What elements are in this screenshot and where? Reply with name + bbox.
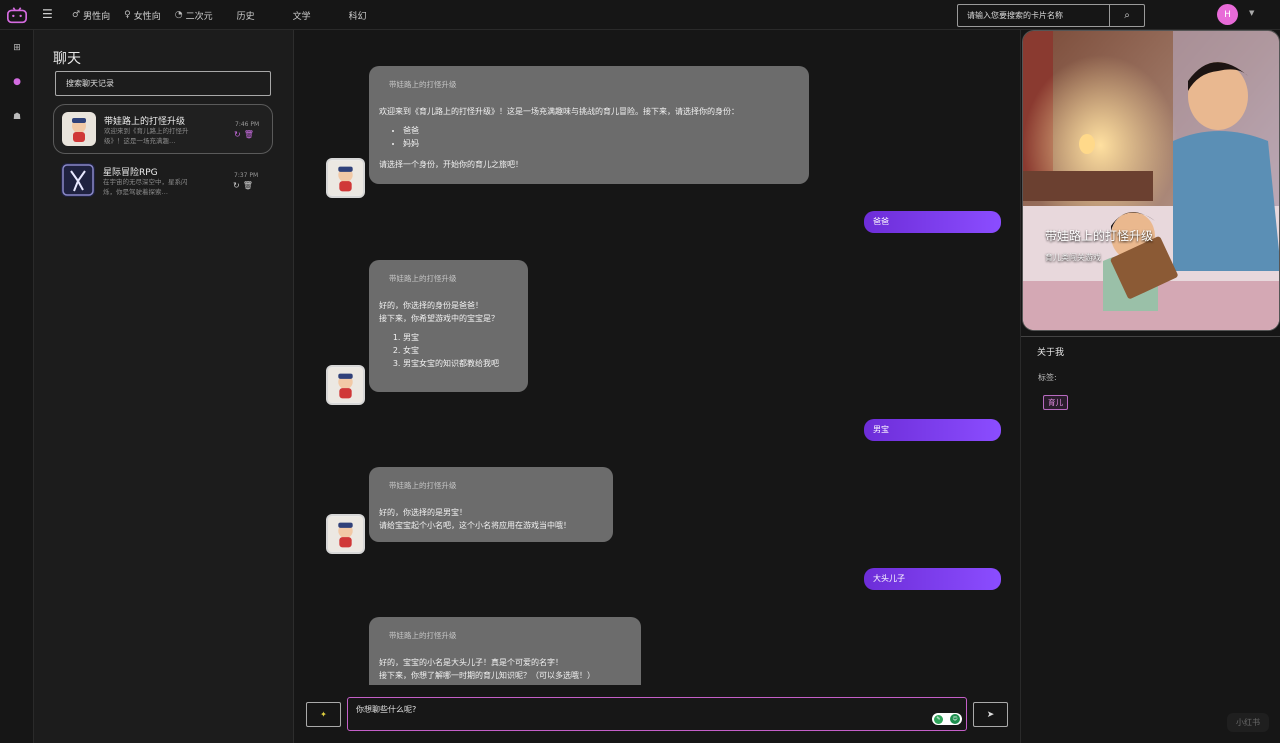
divider: [1021, 336, 1280, 337]
nav-label: 二次元: [185, 11, 213, 22]
chat-time: 7:46 PM: [235, 121, 260, 128]
left-rail: ⊞ ● ☗: [0, 30, 34, 743]
message-text: 接下来，你希望游戏中的宝宝是？: [379, 314, 499, 323]
trash-icon[interactable]: 🗑: [244, 130, 257, 139]
character-card: 带娃路上的打怪升级 育儿类闯关游戏: [1022, 30, 1280, 331]
nav-anime[interactable]: ◔ 二次元: [175, 9, 213, 22]
conversation-area: 带娃路上的打怪升级 欢迎来到《育儿路上的打怪升级》！这是一场充满趣味与挑战的育儿…: [294, 30, 1020, 685]
rail-chat-icon[interactable]: ●: [0, 72, 34, 92]
watermark-logo: 小红书: [1227, 713, 1269, 732]
message-text: 请给宝宝起个小名吧，这个小名将应用在游戏当中哦！: [379, 521, 571, 530]
app-root: ☰ ♂男性向 ♀女性向 ◔二次元 历史 文学 科幻 ⌕ H ▼ ⊞ ● ☗ 聊天…: [0, 0, 1280, 743]
message-text: 好的，你选择的是男宝！: [379, 508, 467, 517]
nav-male[interactable]: ♂ 男性向: [72, 9, 110, 22]
hamburger-menu-icon[interactable]: ☰: [42, 7, 53, 21]
bot-message: 带娃路上的打怪升级 欢迎来到《育儿路上的打怪升级》！这是一场充满趣味与挑战的育儿…: [369, 66, 809, 184]
chat-time: 7:37 PM: [234, 172, 259, 179]
character-subtitle: 育儿类闯关游戏: [1045, 253, 1101, 262]
option-list: 爸爸 妈妈: [387, 124, 799, 150]
search-button[interactable]: ⌕: [1109, 5, 1144, 26]
chat-avatar: [61, 163, 95, 197]
gamepad-logo-icon[interactable]: [6, 4, 28, 26]
bot-message: 带娃路上的打怪升级 好的，你选择的是男宝！ 请给宝宝起个小名吧，这个小名将应用在…: [369, 467, 613, 542]
leaf-icon: ✎: [934, 714, 943, 724]
message-text: 接下来，你想了解哪一时期的育儿知识呢？（可以多选哦！）: [379, 671, 595, 680]
nav-scifi[interactable]: 科幻: [349, 9, 367, 22]
send-icon: ➤: [986, 709, 995, 719]
bot-avatar: [328, 160, 363, 196]
tags-label: 标签:: [1038, 373, 1057, 382]
message-sender: 带娃路上的打怪升级: [389, 80, 457, 89]
option-item: 男宝女宝的知识都教给我吧: [403, 357, 518, 370]
user-message: 男宝: [864, 419, 1001, 441]
send-button[interactable]: ➤: [973, 702, 1008, 727]
card-search: ⌕: [957, 4, 1145, 27]
bot-message: 带娃路上的打怪升级 好的，你选择的身份是爸爸！ 接下来，你希望游戏中的宝宝是？ …: [369, 260, 528, 392]
chat-list-panel: 聊天 带娃路上的打怪升级 欢迎来到《育儿路上的打怪升级》！这是一场充满趣… 7:…: [34, 30, 294, 743]
chat-search-input[interactable]: [55, 71, 271, 96]
message-input[interactable]: [347, 697, 967, 731]
nav-label: 科幻: [348, 11, 367, 22]
search-icon: ⌕: [1124, 10, 1130, 21]
option-item: 妈妈: [403, 137, 799, 150]
top-nav: ♂ 男性向 ♀ 女性向 ◔ 二次元 历史 文学 科幻: [72, 0, 405, 30]
character-image: [1023, 31, 1279, 330]
nav-label: 男性向: [83, 11, 111, 22]
nav-history[interactable]: 历史: [237, 9, 255, 22]
chat-list-title: 聊天: [53, 51, 81, 67]
composer: ✦ ✎ ☺ ➤: [294, 685, 1020, 743]
rail-gamepad-icon[interactable]: ⊞: [0, 38, 34, 58]
option-list: 男宝 女宝 男宝女宝的知识都教给我吧: [387, 331, 518, 370]
option-item: 女宝: [403, 344, 518, 357]
message-text: 请选择一个身份，开始你的育儿之旅吧！: [379, 160, 523, 169]
female-icon: ♀: [124, 10, 131, 20]
chat-list-item[interactable]: 带娃路上的打怪升级 欢迎来到《育儿路上的打怪升级》！这是一场充满趣… 7:46 …: [53, 104, 273, 154]
circle-c-icon: ◔: [174, 10, 183, 20]
refresh-icon[interactable]: ↻: [234, 130, 244, 139]
chat-list-item[interactable]: 星际冒险RPG 在宇宙的无尽深空中，星系闪烁，你是驾驶着探索… 7:37 PM …: [53, 156, 273, 206]
nav-label: 文学: [292, 11, 311, 22]
character-name: 带娃路上的打怪升级: [1045, 229, 1154, 243]
chat-avatar: [62, 112, 96, 146]
message-sender: 带娃路上的打怪升级: [389, 481, 457, 490]
refresh-icon[interactable]: ↻: [233, 181, 243, 190]
rail-mask-icon[interactable]: ☗: [0, 107, 34, 127]
sparkle-button[interactable]: ✦: [306, 702, 341, 727]
bot-avatar: [328, 367, 363, 403]
message-sender: 带娃路上的打怪升级: [389, 274, 457, 283]
male-icon: ♂: [72, 10, 81, 20]
about-heading: 关于我: [1037, 348, 1065, 358]
robot-icon: ☺: [950, 714, 960, 724]
message-text: 好的，你选择的身份是爸爸！: [379, 301, 483, 310]
user-message: 大头儿子: [864, 568, 1001, 590]
tag-badge[interactable]: 育儿: [1043, 395, 1068, 410]
user-avatar[interactable]: H: [1217, 4, 1238, 25]
chat-actions: ↻🗑: [233, 181, 256, 190]
mode-toggle[interactable]: ✎ ☺: [932, 713, 962, 725]
trash-icon[interactable]: 🗑: [243, 181, 256, 190]
bot-message: 带娃路上的打怪升级 好的，宝宝的小名是大头儿子！真是个可爱的名字！ 接下来，你想…: [369, 617, 641, 685]
nav-female[interactable]: ♀ 女性向: [124, 9, 161, 22]
message-text: 好的，宝宝的小名是大头儿子！真是个可爱的名字！: [379, 658, 563, 667]
message-sender: 带娃路上的打怪升级: [389, 631, 457, 640]
character-panel: 带娃路上的打怪升级 育儿类闯关游戏 关于我 标签: 育儿: [1020, 30, 1280, 743]
chevron-down-icon[interactable]: ▼: [1249, 9, 1254, 17]
nav-label: 女性向: [133, 11, 161, 22]
top-bar: ☰ ♂男性向 ♀女性向 ◔二次元 历史 文学 科幻 ⌕ H ▼: [0, 0, 1280, 30]
nav-literature[interactable]: 文学: [293, 9, 311, 22]
sparkle-icon: ✦: [320, 710, 327, 719]
nav-label: 历史: [236, 11, 255, 22]
chat-preview: 在宇宙的无尽深空中，星系闪烁，你是驾驶着探索…: [103, 178, 188, 196]
bot-avatar: [328, 516, 363, 552]
message-text: 欢迎来到《育儿路上的打怪升级》！这是一场充满趣味与挑战的育儿冒险。接下来，请选择…: [379, 107, 739, 116]
chat-preview: 欢迎来到《育儿路上的打怪升级》！这是一场充满趣…: [104, 127, 189, 145]
chat-actions: ↻🗑: [234, 130, 257, 139]
user-message: 爸爸: [864, 211, 1001, 233]
option-item: 爸爸: [403, 124, 799, 137]
card-search-input[interactable]: [958, 5, 1109, 26]
option-item: 男宝: [403, 331, 518, 344]
